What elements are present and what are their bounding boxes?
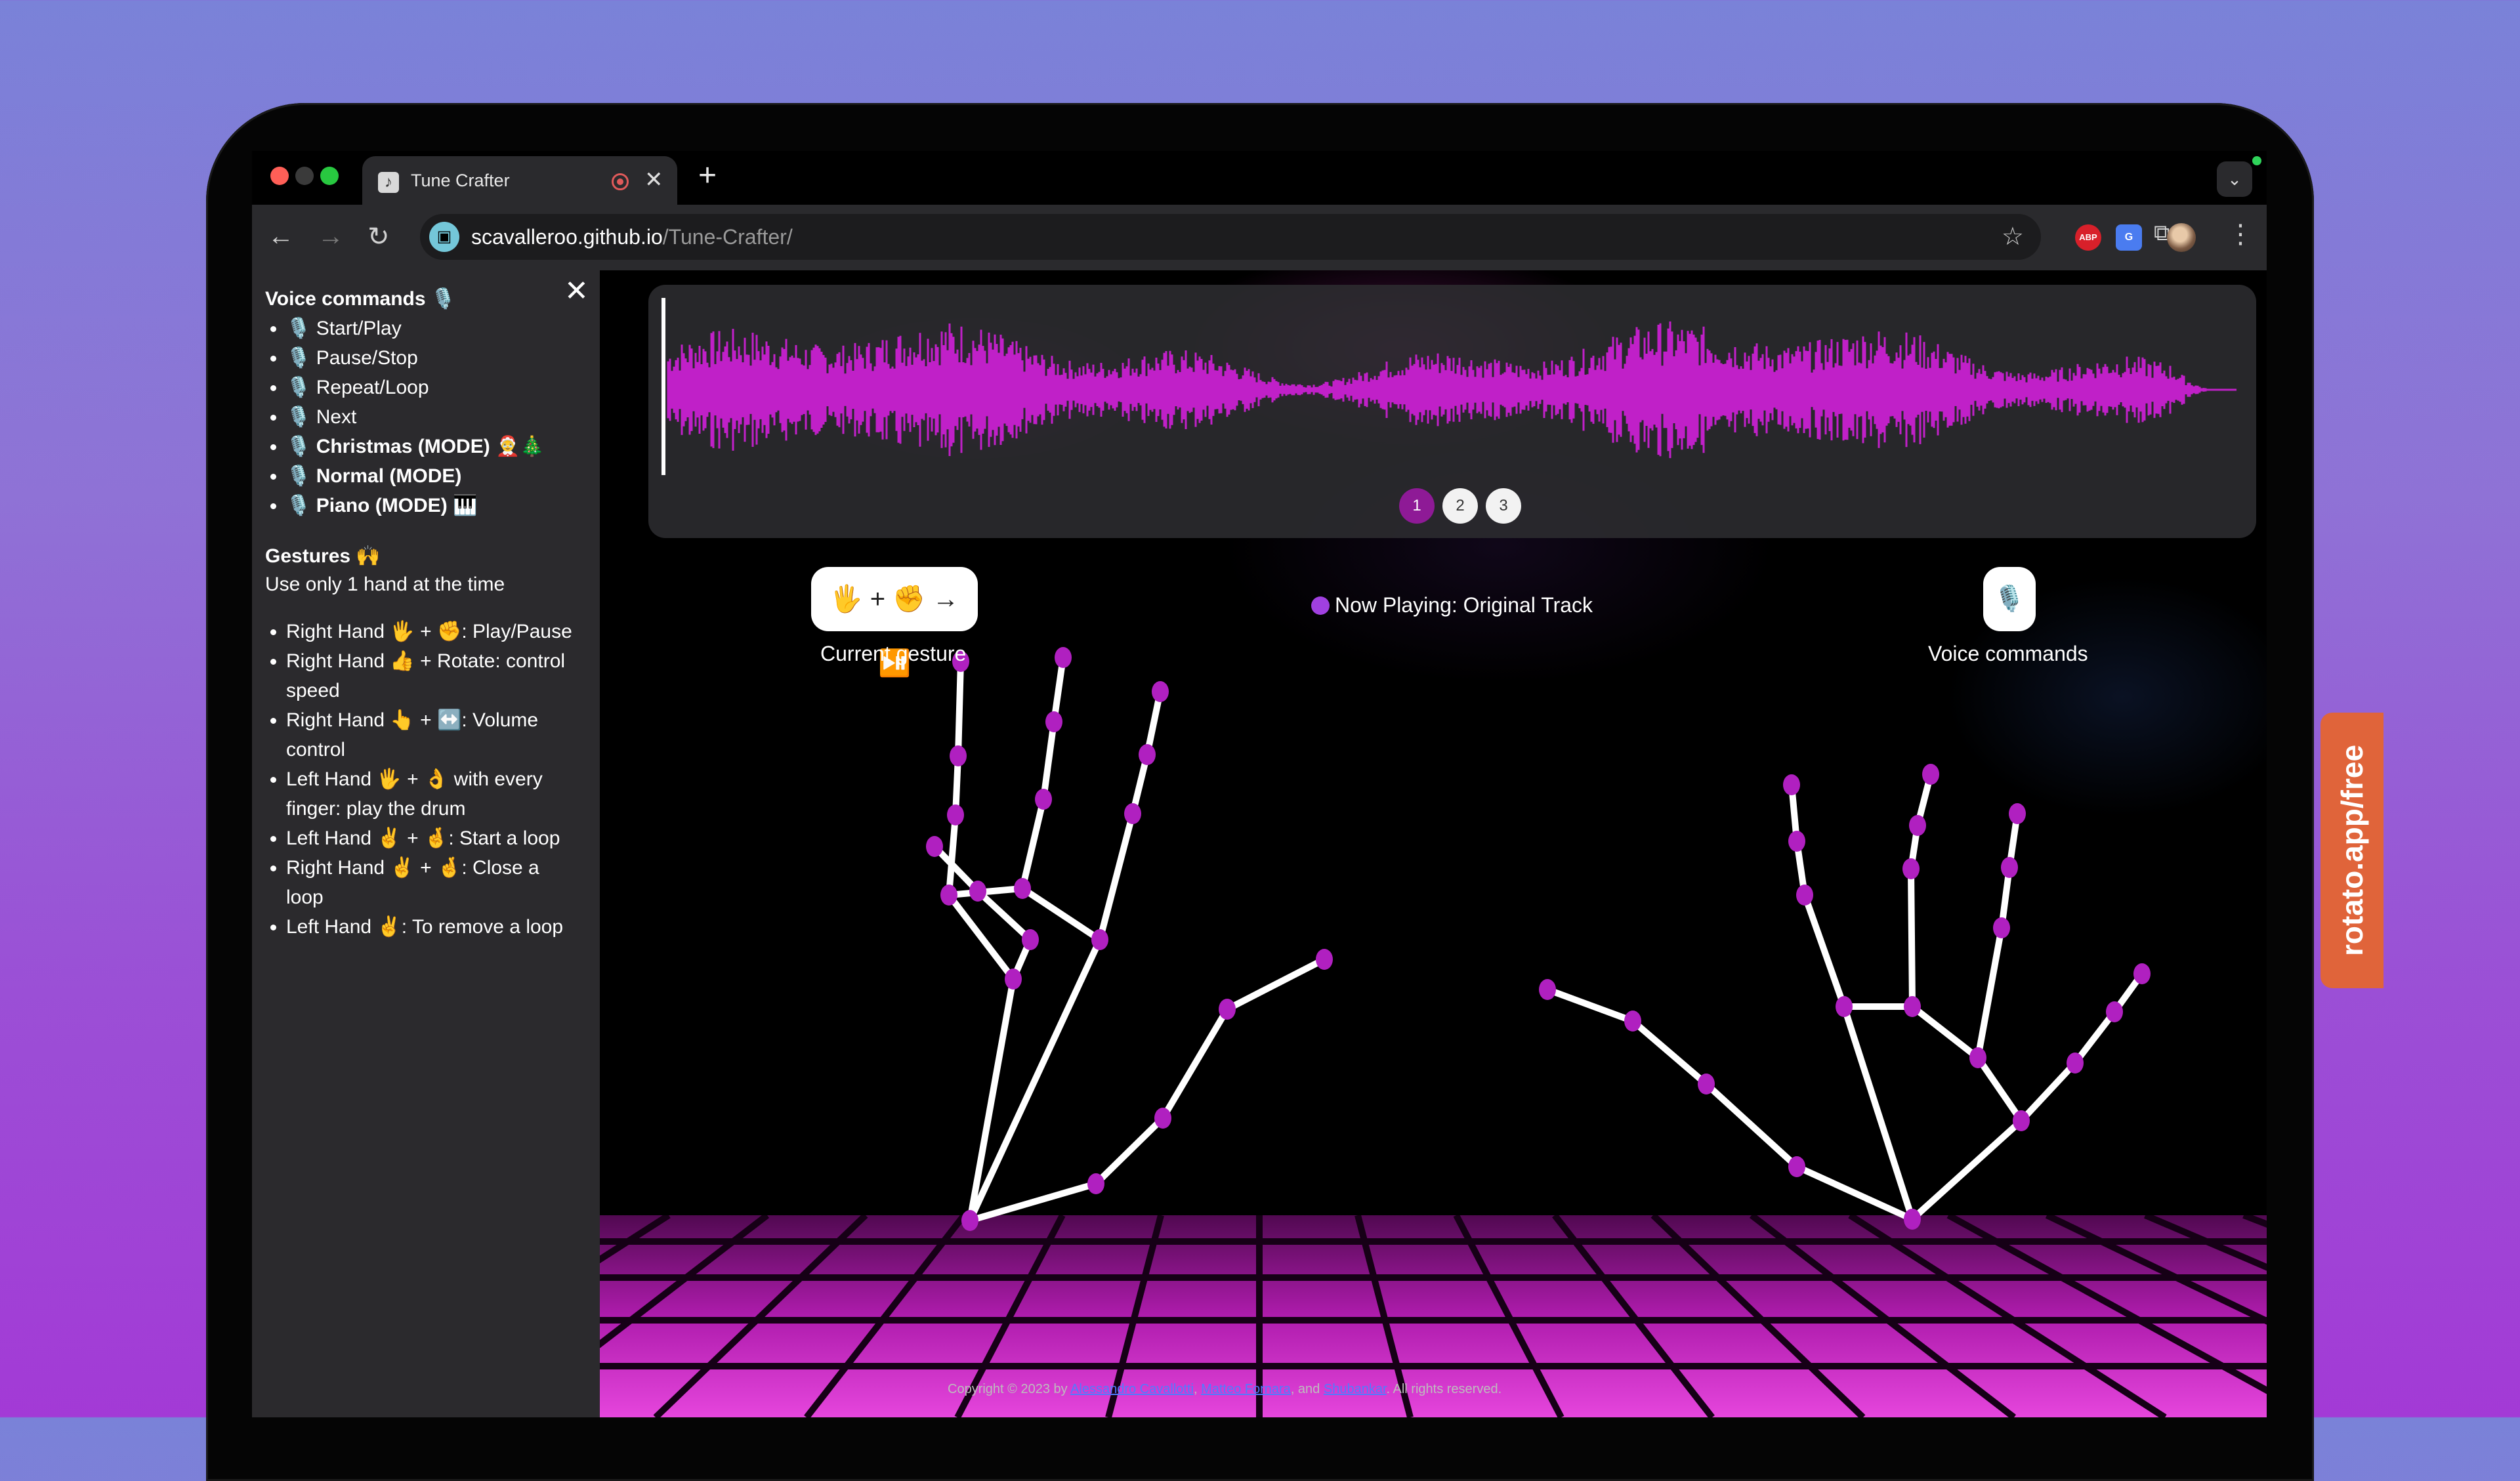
voice-command-item: 🎙️ Repeat/Loop — [286, 373, 545, 402]
url-text[interactable]: scavalleroo.github.io/Tune-Crafter/ — [471, 225, 793, 249]
voice-commands-list: 🎙️ Start/Play🎙️ Pause/Stop🎙️ Repeat/Loop… — [265, 314, 545, 520]
author-link-2[interactable]: Matteo Fornara — [1201, 1382, 1291, 1396]
now-playing: Now Playing: Original Track — [1311, 593, 1593, 617]
track-page-button[interactable]: 2 — [1442, 488, 1478, 524]
author-link-3[interactable]: Shubankar — [1324, 1382, 1387, 1396]
browser-menu-icon[interactable]: ⋮ — [2227, 219, 2254, 249]
tab-close-button[interactable]: ✕ — [644, 167, 663, 193]
gestures-title: Gestures 🙌 — [265, 545, 381, 567]
gestures-note: Use only 1 hand at the time — [265, 574, 505, 595]
recording-icon — [612, 173, 629, 190]
translate-extension-icon[interactable]: G — [2116, 224, 2142, 251]
track-page-button[interactable]: 3 — [1486, 488, 1521, 524]
tab-title: Tune Crafter — [411, 171, 510, 190]
help-sidebar: ✕ Voice commands 🎙️ 🎙️ Start/Play🎙️ Paus… — [252, 270, 600, 1417]
voice-command-item: 🎙️ Start/Play — [286, 314, 545, 343]
voice-command-item: 🎙️ Pause/Stop — [286, 343, 545, 373]
close-window-button[interactable] — [270, 167, 289, 185]
gesture-item: Left Hand ✌️: To remove a loop — [286, 912, 575, 942]
minimize-window-button[interactable] — [295, 167, 314, 185]
track-page-button[interactable]: 1 — [1399, 488, 1435, 524]
gesture-item: Left Hand ✌️ + 🤞: Start a loop — [286, 824, 575, 853]
voice-command-button[interactable]: 🎙️ — [1983, 567, 2036, 631]
browser-toolbar: ← → ↻ ▣ scavalleroo.github.io/Tune-Craft… — [252, 205, 2267, 270]
playing-dot-icon — [1311, 596, 1330, 615]
page-content: ✕ Voice commands 🎙️ 🎙️ Start/Play🎙️ Paus… — [252, 270, 2267, 1417]
tab-strip: ♪ Tune Crafter ✕ + ⌄ — [252, 151, 2267, 205]
voice-command-item: 🎙️ Christmas (MODE) 🤶🎄 — [286, 432, 545, 461]
audio-waveform[interactable] — [662, 291, 2243, 488]
gesture-item: Right Hand ✌️ + 🤞: Close a loop — [286, 853, 575, 912]
address-bar[interactable]: ▣ scavalleroo.github.io/Tune-Crafter/ ☆ — [420, 214, 2041, 260]
voice-command-item: 🎙️ Normal (MODE) — [286, 461, 545, 491]
new-tab-button[interactable]: + — [698, 157, 717, 194]
voice-commands-title: Voice commands 🎙️ — [265, 288, 456, 310]
adblock-extension-icon[interactable]: ABP — [2075, 224, 2101, 251]
gestures-list: Right Hand 🖐️ + ✊: Play/PauseRight Hand … — [265, 617, 575, 942]
copyright-footer: Copyright © 2023 by Alessandro Cavallott… — [948, 1382, 1502, 1396]
status-dot — [2252, 156, 2261, 165]
now-playing-text: Now Playing: Original Track — [1335, 593, 1593, 617]
voice-command-item: 🎙️ Piano (MODE) 🎹 — [286, 491, 545, 520]
maximize-window-button[interactable] — [320, 167, 339, 185]
gesture-item: Right Hand 🖐️ + ✊: Play/Pause — [286, 617, 575, 646]
browser-window: ♪ Tune Crafter ✕ + ⌄ ← → ↻ ▣ scavalleroo… — [252, 151, 2267, 1417]
gesture-item: Right Hand 👆 + ↔️: Volume control — [286, 705, 575, 764]
gesture-item: Left Hand 🖐️ + 👌 with every finger: play… — [286, 764, 575, 824]
current-gesture-label: Current gesture — [820, 642, 967, 665]
profile-avatar[interactable] — [2167, 223, 2196, 252]
rotato-badge[interactable]: rotato.app/free — [2320, 713, 2384, 988]
back-icon[interactable]: ← — [268, 222, 294, 251]
rotato-badge-text: rotato.app/free — [2335, 744, 2369, 957]
bookmark-star-icon[interactable]: ☆ — [2002, 222, 2024, 251]
voice-commands-label: Voice commands — [1928, 642, 2088, 665]
sidebar-close-button[interactable]: ✕ — [564, 274, 589, 308]
voice-command-item: 🎙️ Next — [286, 402, 545, 432]
site-info-icon[interactable]: ▣ — [429, 222, 459, 252]
gesture-item: Right Hand 👍 + Rotate: control speed — [286, 646, 575, 705]
tab-search-button[interactable]: ⌄ — [2217, 161, 2252, 197]
favicon-icon: ♪ — [378, 172, 399, 193]
tab-tune-crafter[interactable]: ♪ Tune Crafter ✕ — [362, 156, 677, 205]
reload-icon[interactable]: ↻ — [368, 222, 390, 252]
forward-icon[interactable]: → — [318, 222, 344, 251]
author-link-1[interactable]: Alessandro Cavallotti — [1070, 1382, 1194, 1396]
current-gesture-display: 🖐️ + ✊ → ⏯️ — [811, 567, 978, 678]
waveform-panel: 123 — [648, 285, 2256, 538]
